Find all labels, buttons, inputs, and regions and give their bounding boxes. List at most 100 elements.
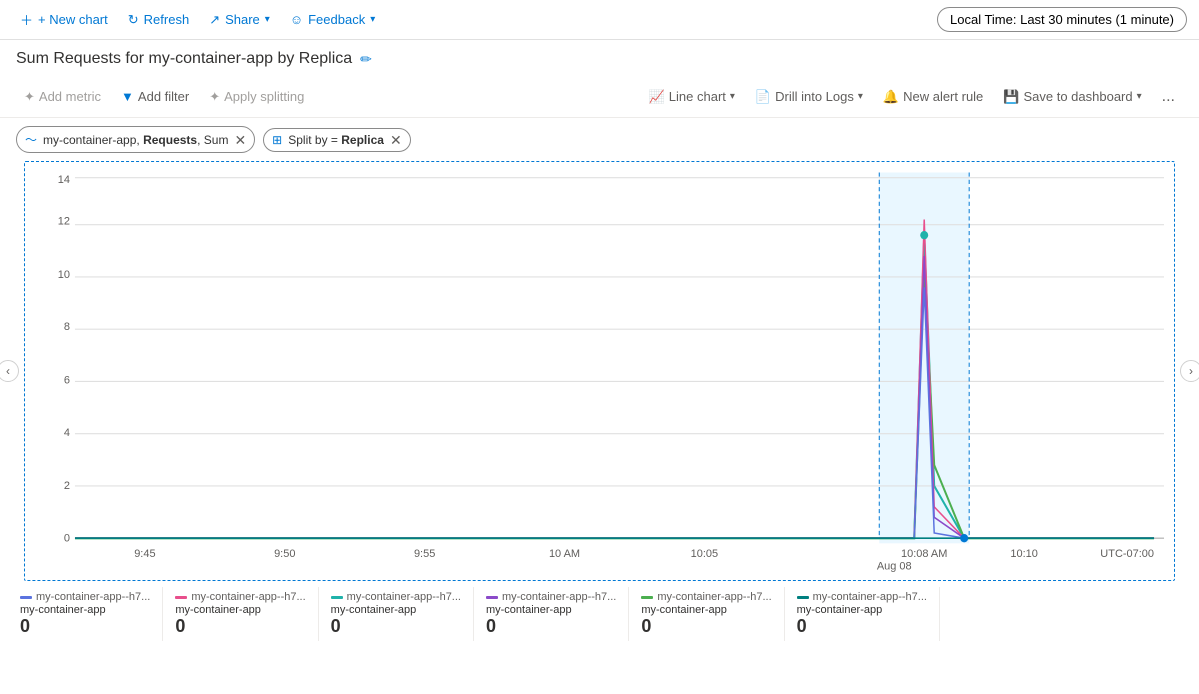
metrics-toolbar: ✦ Add metric ▼ Add filter ✦ Apply splitt… bbox=[0, 76, 1199, 118]
legend-label-2: my-container-app--h7... bbox=[347, 591, 461, 603]
legend-item-1: my-container-app--h7... my-container-app… bbox=[163, 587, 318, 641]
legend-color-2 bbox=[331, 596, 343, 599]
split-chip-icon: ⊞ bbox=[272, 133, 282, 147]
apply-splitting-label: Apply splitting bbox=[224, 89, 304, 104]
drill-logs-chevron-icon: ▾ bbox=[858, 91, 863, 102]
chart-nav-left[interactable]: ‹ bbox=[0, 360, 19, 382]
save-chevron-icon: ▾ bbox=[1137, 91, 1142, 102]
legend-value-0: 0 bbox=[20, 616, 150, 637]
new-alert-rule-button[interactable]: 🔔 New alert rule bbox=[875, 84, 991, 110]
svg-text:4: 4 bbox=[64, 427, 70, 439]
add-filter-button[interactable]: ▼ Add filter bbox=[113, 84, 197, 109]
share-button[interactable]: ↗ Share ▾ bbox=[201, 8, 278, 32]
legend-item-2: my-container-app--h7... my-container-app… bbox=[319, 587, 474, 641]
share-label: Share bbox=[225, 12, 260, 27]
svg-text:14: 14 bbox=[58, 174, 70, 186]
line-chart-button[interactable]: 📈 Line chart ▾ bbox=[641, 84, 743, 110]
chart-wrapper: ‹ 0 2 4 6 8 10 12 14 bbox=[8, 161, 1191, 581]
svg-text:6: 6 bbox=[64, 374, 70, 386]
alert-icon: 🔔 bbox=[883, 89, 899, 105]
edit-title-icon[interactable]: ✏ bbox=[360, 51, 372, 68]
drill-into-logs-button[interactable]: 📄 Drill into Logs ▾ bbox=[747, 84, 871, 110]
line-chart-label: Line chart bbox=[669, 89, 726, 104]
chart-area[interactable]: 0 2 4 6 8 10 12 14 9:45 9:50 9:55 bbox=[24, 161, 1175, 581]
page-title: Sum Requests for my-container-app by Rep… bbox=[16, 50, 352, 68]
svg-text:2: 2 bbox=[64, 480, 70, 492]
time-range-selector[interactable]: Local Time: Last 30 minutes (1 minute) bbox=[937, 7, 1187, 32]
refresh-label: Refresh bbox=[144, 12, 190, 27]
add-metric-icon: ✦ bbox=[24, 89, 35, 105]
legend-label-0: my-container-app--h7... bbox=[36, 591, 150, 603]
drill-logs-icon: 📄 bbox=[755, 89, 771, 105]
svg-text:10:05: 10:05 bbox=[691, 548, 718, 560]
feedback-label: Feedback bbox=[308, 12, 365, 27]
chart-nav-right[interactable]: › bbox=[1180, 360, 1199, 382]
legend-value-2: 0 bbox=[331, 616, 461, 637]
legend-label-5: my-container-app--h7... bbox=[813, 591, 927, 603]
legend-color-3 bbox=[486, 596, 498, 599]
svg-text:10: 10 bbox=[58, 269, 70, 281]
new-chart-label: + New chart bbox=[38, 12, 108, 27]
legend-sub-1: my-container-app bbox=[175, 604, 305, 616]
legend-label-3: my-container-app--h7... bbox=[502, 591, 616, 603]
feedback-chevron-icon: ▾ bbox=[370, 14, 375, 25]
feedback-icon: ☺ bbox=[290, 12, 303, 27]
legend-color-4 bbox=[641, 596, 653, 599]
svg-text:8: 8 bbox=[64, 321, 70, 333]
drill-logs-label: Drill into Logs bbox=[775, 89, 854, 104]
legend-color-0 bbox=[20, 596, 32, 599]
add-filter-label: Add filter bbox=[138, 89, 189, 104]
legend-item-5: my-container-app--h7... my-container-app… bbox=[785, 587, 940, 641]
svg-text:9:45: 9:45 bbox=[134, 548, 155, 560]
save-icon: 💾 bbox=[1003, 89, 1019, 105]
feedback-button[interactable]: ☺ Feedback ▾ bbox=[282, 8, 383, 31]
share-chevron-icon: ▾ bbox=[265, 14, 270, 25]
chart-svg: 0 2 4 6 8 10 12 14 9:45 9:50 9:55 bbox=[25, 162, 1174, 580]
svg-text:9:55: 9:55 bbox=[414, 548, 435, 560]
legend-sub-4: my-container-app bbox=[641, 604, 771, 616]
svg-text:10:10: 10:10 bbox=[1010, 548, 1037, 560]
save-to-dashboard-button[interactable]: 💾 Save to dashboard ▾ bbox=[995, 84, 1149, 110]
legend-value-1: 0 bbox=[175, 616, 305, 637]
new-alert-label: New alert rule bbox=[903, 89, 983, 104]
legend-sub-0: my-container-app bbox=[20, 604, 150, 616]
more-options-button[interactable]: ... bbox=[1154, 83, 1183, 111]
legend-label-4: my-container-app--h7... bbox=[657, 591, 771, 603]
svg-text:9:50: 9:50 bbox=[274, 548, 295, 560]
legend-color-5 bbox=[797, 596, 809, 599]
add-metric-button[interactable]: ✦ Add metric bbox=[16, 84, 109, 110]
metric-chip-icon: 〜 bbox=[25, 131, 37, 148]
split-chip: ⊞ Split by = Replica ✕ bbox=[263, 128, 411, 152]
svg-text:10 AM: 10 AM bbox=[549, 548, 580, 560]
apply-splitting-icon: ✦ bbox=[209, 89, 220, 105]
svg-text:10:08 AM: 10:08 AM bbox=[901, 548, 947, 560]
page-title-bar: Sum Requests for my-container-app by Rep… bbox=[0, 40, 1199, 76]
svg-text:12: 12 bbox=[58, 216, 70, 228]
legend-value-5: 0 bbox=[797, 616, 927, 637]
split-chip-close[interactable]: ✕ bbox=[390, 133, 402, 147]
apply-splitting-button[interactable]: ✦ Apply splitting bbox=[201, 84, 312, 110]
legend-sub-3: my-container-app bbox=[486, 604, 616, 616]
svg-text:UTC-07:00: UTC-07:00 bbox=[1100, 548, 1154, 560]
line-chart-chevron-icon: ▾ bbox=[730, 91, 735, 102]
metric-chip-close[interactable]: ✕ bbox=[234, 133, 246, 147]
time-range-label: Local Time: Last 30 minutes (1 minute) bbox=[950, 12, 1174, 27]
legend-color-1 bbox=[175, 596, 187, 599]
legend-bar: my-container-app--h7... my-container-app… bbox=[0, 581, 1199, 647]
legend-sub-5: my-container-app bbox=[797, 604, 927, 616]
legend-value-4: 0 bbox=[641, 616, 771, 637]
new-chart-button[interactable]: ＋ + New chart bbox=[12, 6, 116, 33]
svg-text:Aug 08: Aug 08 bbox=[877, 560, 912, 572]
plus-icon: ＋ bbox=[20, 10, 33, 29]
svg-text:0: 0 bbox=[64, 532, 70, 544]
split-chip-label: Split by = Replica bbox=[288, 133, 384, 147]
line-chart-icon: 📈 bbox=[649, 89, 665, 105]
save-dashboard-label: Save to dashboard bbox=[1023, 89, 1132, 104]
add-metric-label: Add metric bbox=[39, 89, 101, 104]
more-icon: ... bbox=[1162, 88, 1175, 105]
share-icon: ↗ bbox=[209, 12, 220, 28]
legend-item-0: my-container-app--h7... my-container-app… bbox=[16, 587, 163, 641]
add-filter-icon: ▼ bbox=[121, 89, 134, 104]
refresh-button[interactable]: ↻ Refresh bbox=[120, 8, 197, 32]
legend-item-4: my-container-app--h7... my-container-app… bbox=[629, 587, 784, 641]
